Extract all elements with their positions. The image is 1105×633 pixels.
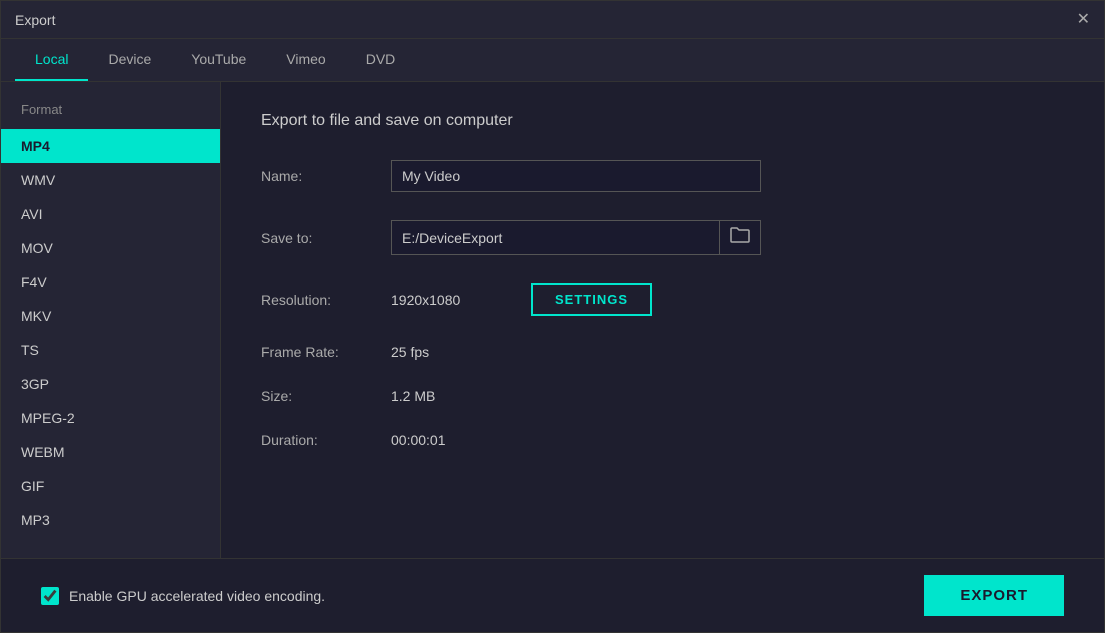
main-content: Format MP4 WMV AVI MOV F4V MKV TS 3GP MP… — [1, 82, 1104, 558]
duration-value: 00:00:01 — [391, 432, 446, 448]
sidebar-item-mp3[interactable]: MP3 — [1, 503, 220, 537]
frame-rate-row: Frame Rate: 25 fps — [261, 344, 1064, 360]
content-title: Export to file and save on computer — [261, 112, 1064, 130]
sidebar-item-mkv[interactable]: MKV — [1, 299, 220, 333]
settings-button[interactable]: SETTINGS — [531, 283, 652, 316]
sidebar-item-avi[interactable]: AVI — [1, 197, 220, 231]
sidebar-section-label: Format — [1, 102, 220, 129]
sidebar-item-3gp[interactable]: 3GP — [1, 367, 220, 401]
export-window: Export ✕ Local Device YouTube Vimeo DVD … — [0, 0, 1105, 633]
gpu-label-text: Enable GPU accelerated video encoding. — [69, 588, 325, 604]
name-input[interactable] — [391, 160, 761, 192]
save-to-label: Save to: — [261, 230, 391, 246]
tab-local[interactable]: Local — [15, 39, 88, 81]
tab-vimeo[interactable]: Vimeo — [266, 39, 345, 81]
sidebar-item-gif[interactable]: GIF — [1, 469, 220, 503]
sidebar-item-mov[interactable]: MOV — [1, 231, 220, 265]
sidebar-item-f4v[interactable]: F4V — [1, 265, 220, 299]
frame-rate-value: 25 fps — [391, 344, 429, 360]
name-label: Name: — [261, 168, 391, 184]
tabs-bar: Local Device YouTube Vimeo DVD — [1, 39, 1104, 82]
resolution-content: 1920x1080 SETTINGS — [391, 283, 652, 316]
sidebar: Format MP4 WMV AVI MOV F4V MKV TS 3GP MP… — [1, 82, 221, 558]
size-value: 1.2 MB — [391, 388, 435, 404]
frame-rate-label: Frame Rate: — [261, 344, 391, 360]
sidebar-item-ts[interactable]: TS — [1, 333, 220, 367]
duration-label: Duration: — [261, 432, 391, 448]
save-to-input[interactable] — [392, 223, 719, 253]
bottom-bar: Enable GPU accelerated video encoding. E… — [1, 558, 1104, 632]
save-to-wrapper — [391, 220, 761, 255]
close-button[interactable]: ✕ — [1077, 12, 1090, 28]
folder-icon[interactable] — [719, 221, 760, 254]
name-row: Name: — [261, 160, 1064, 192]
tab-dvd[interactable]: DVD — [346, 39, 416, 81]
title-bar: Export ✕ — [1, 1, 1104, 39]
tab-youtube[interactable]: YouTube — [171, 39, 266, 81]
size-row: Size: 1.2 MB — [261, 388, 1064, 404]
gpu-checkbox-label[interactable]: Enable GPU accelerated video encoding. — [41, 587, 325, 605]
sidebar-item-mp4[interactable]: MP4 — [1, 129, 220, 163]
export-button[interactable]: EXPORT — [924, 575, 1064, 616]
tab-device[interactable]: Device — [88, 39, 171, 81]
gpu-checkbox[interactable] — [41, 587, 59, 605]
content-area: Export to file and save on computer Name… — [221, 82, 1104, 558]
sidebar-item-mpeg2[interactable]: MPEG-2 — [1, 401, 220, 435]
resolution-label: Resolution: — [261, 292, 391, 308]
resolution-value: 1920x1080 — [391, 292, 511, 308]
window-title: Export — [15, 12, 55, 28]
save-to-row: Save to: — [261, 220, 1064, 255]
resolution-row: Resolution: 1920x1080 SETTINGS — [261, 283, 1064, 316]
size-label: Size: — [261, 388, 391, 404]
duration-row: Duration: 00:00:01 — [261, 432, 1064, 448]
sidebar-item-webm[interactable]: WEBM — [1, 435, 220, 469]
sidebar-item-wmv[interactable]: WMV — [1, 163, 220, 197]
